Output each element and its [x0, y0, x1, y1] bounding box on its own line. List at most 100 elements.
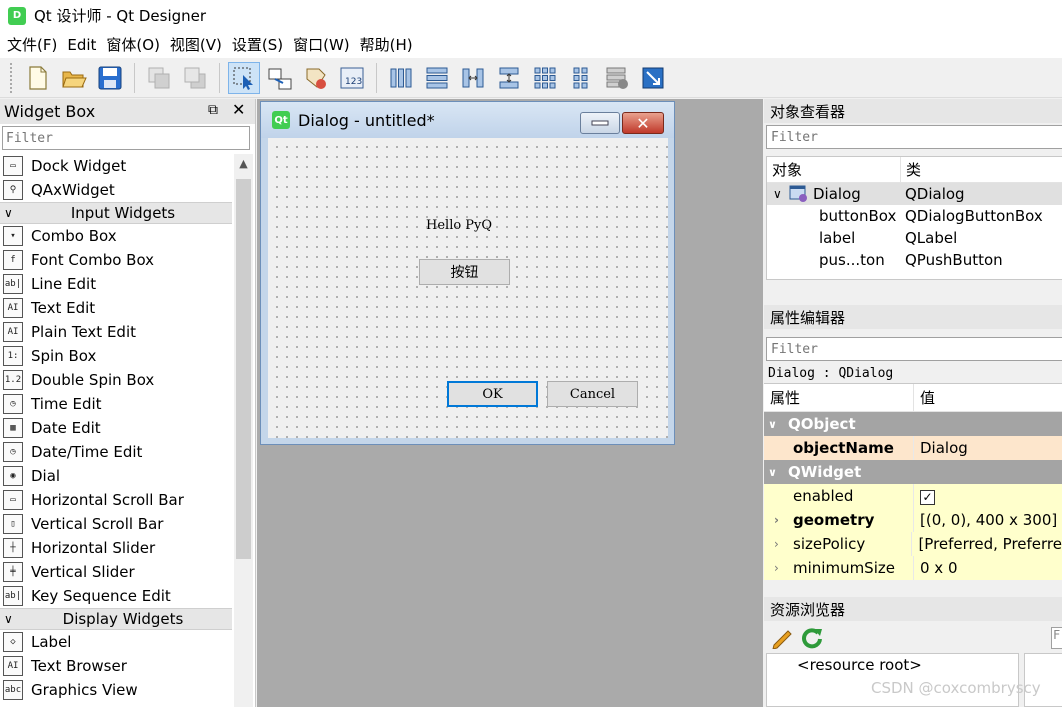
menu-edit[interactable]: Edit [62, 36, 101, 54]
break-layout-icon[interactable] [601, 62, 633, 94]
column-property[interactable]: 属性 [764, 384, 914, 411]
edit-resources-icon[interactable] [770, 625, 794, 649]
widget-list-item[interactable]: ◇ Label [0, 630, 232, 654]
widget-list-item[interactable]: ▭ Dock Widget [0, 154, 232, 178]
property-value[interactable]: [Preferred, Preferre [912, 535, 1062, 553]
column-class[interactable]: 类 [901, 159, 921, 180]
collapse-arrow-icon[interactable]: ∨ [767, 187, 789, 201]
lay-out-vertically-icon[interactable] [421, 62, 453, 94]
lay-out-in-form-icon[interactable] [565, 62, 597, 94]
menu-help[interactable]: 帮助(H) [355, 34, 418, 55]
minimize-button[interactable] [580, 112, 620, 134]
property-row-sizepolicy[interactable]: › sizePolicy [Preferred, Preferre [764, 532, 1062, 556]
property-value[interactable]: 0 x 0 [914, 559, 958, 577]
edit-tab-order-icon[interactable]: 123 [336, 62, 368, 94]
collapse-arrow-icon[interactable]: ∨ [4, 206, 13, 220]
property-row-objectname[interactable]: objectName Dialog [764, 436, 1062, 460]
horizontal-splitter-icon[interactable] [457, 62, 489, 94]
tree-class-name: QLabel [905, 229, 958, 247]
widget-list-item[interactable]: ╪ Vertical Slider [0, 560, 232, 584]
menu-file[interactable]: 文件(F) [2, 34, 62, 55]
send-to-back-icon[interactable] [179, 62, 211, 94]
resource-filter-input[interactable]: F [1051, 627, 1062, 649]
widget-list-item[interactable]: f Font Combo Box [0, 248, 232, 272]
widget-list-item[interactable]: ▾ Combo Box [0, 224, 232, 248]
tree-row-dialog[interactable]: ∨ Dialog QDialog [767, 183, 1062, 205]
toolbar-grip[interactable] [10, 62, 14, 93]
menu-settings[interactable]: 设置(S) [227, 34, 288, 55]
scroll-up-icon[interactable]: ▲ [234, 154, 253, 172]
expand-arrow-icon[interactable]: › [774, 561, 779, 575]
property-value[interactable]: [(0, 0), 400 x 300] [914, 511, 1057, 529]
adjust-size-icon[interactable] [637, 62, 669, 94]
widget-list-item[interactable]: 1.2 Double Spin Box [0, 368, 232, 392]
close-dock-icon[interactable]: ✕ [232, 100, 245, 119]
open-folder-icon[interactable] [58, 62, 90, 94]
property-editor-filter-input[interactable] [766, 337, 1062, 361]
expand-arrow-icon[interactable]: › [774, 537, 779, 551]
lay-out-in-grid-icon[interactable] [529, 62, 561, 94]
dialog-canvas[interactable]: Hello PyQ 按钮 OK Cancel [268, 138, 668, 438]
menu-view[interactable]: 视图(V) [165, 34, 227, 55]
reload-icon[interactable] [800, 625, 824, 649]
scrollbar-thumb[interactable] [236, 179, 251, 559]
dialog-title-bar[interactable]: Qt Dialog - untitled* ✕ [261, 102, 674, 138]
close-button[interactable]: ✕ [622, 112, 664, 134]
menu-bar: 文件(F) Edit 窗体(O) 视图(V) 设置(S) 窗口(W) 帮助(H) [0, 31, 1062, 58]
widget-list-item[interactable]: ◷ Time Edit [0, 392, 232, 416]
expand-arrow-icon[interactable]: › [774, 513, 779, 527]
tree-row-buttonbox[interactable]: buttonBox QDialogButtonBox [767, 205, 1062, 227]
save-icon[interactable] [94, 62, 126, 94]
property-value[interactable]: Dialog [914, 439, 968, 457]
tree-row-pushbutton[interactable]: pus...ton QPushButton [767, 249, 1062, 271]
lay-out-horizontally-icon[interactable] [385, 62, 417, 94]
widget-item-label: Key Sequence Edit [31, 587, 171, 605]
widget-list-item[interactable]: ▯ Vertical Scroll Bar [0, 512, 232, 536]
widget-box-scrollbar[interactable]: ▲ [234, 154, 253, 707]
widget-list-item[interactable]: ▦ Date Edit [0, 416, 232, 440]
ok-button[interactable]: OK [447, 381, 538, 407]
cancel-button[interactable]: Cancel [547, 381, 638, 407]
widget-list-item[interactable]: ▭ Horizontal Scroll Bar [0, 488, 232, 512]
widget-list-item[interactable]: ┼ Horizontal Slider [0, 536, 232, 560]
dialog-form-window[interactable]: Qt Dialog - untitled* ✕ Hello PyQ 按钮 OK … [260, 101, 675, 445]
edit-buddies-icon[interactable] [300, 62, 332, 94]
widget-list-item[interactable]: ⚲ QAxWidget [0, 178, 232, 202]
property-row-minimumsize[interactable]: › minimumSize 0 x 0 [764, 556, 1062, 580]
collapse-arrow-icon[interactable]: ∨ [768, 466, 788, 479]
tree-row-label[interactable]: label QLabel [767, 227, 1062, 249]
collapse-arrow-icon[interactable]: ∨ [768, 418, 788, 431]
widget-list-item[interactable]: 1: Spin Box [0, 344, 232, 368]
widget-list-item[interactable]: ab| Line Edit [0, 272, 232, 296]
float-dock-icon[interactable]: ⧉ [208, 102, 218, 118]
menu-form[interactable]: 窗体(O) [101, 34, 165, 55]
widget-list-item[interactable]: AI Plain Text Edit [0, 320, 232, 344]
widget-list-item[interactable]: AI Text Browser [0, 654, 232, 678]
new-file-icon[interactable] [22, 62, 54, 94]
property-group-qobject[interactable]: ∨ QObject [764, 412, 1062, 436]
column-value[interactable]: 值 [914, 387, 935, 408]
widget-list-item[interactable]: abc Graphics View [0, 678, 232, 702]
hello-label[interactable]: Hello PyQ [426, 218, 492, 233]
widget-list-item[interactable]: ab| Key Sequence Edit [0, 584, 232, 608]
vertical-splitter-icon[interactable] [493, 62, 525, 94]
property-row-geometry[interactable]: › geometry [(0, 0), 400 x 300] [764, 508, 1062, 532]
widget-category[interactable]: ∨ Input Widgets [0, 202, 232, 224]
property-row-enabled[interactable]: enabled ✓ [764, 484, 1062, 508]
widget-list-item[interactable]: ◉ Dial [0, 464, 232, 488]
menu-window[interactable]: 窗口(W) [288, 34, 355, 55]
column-object[interactable]: 对象 [767, 157, 901, 182]
edit-signals-slots-icon[interactable] [264, 62, 296, 94]
resource-root-item[interactable]: <resource root> [797, 656, 922, 674]
widget-list-item[interactable]: ◷ Date/Time Edit [0, 440, 232, 464]
edit-widgets-icon[interactable] [228, 61, 260, 94]
collapse-arrow-icon[interactable]: ∨ [4, 612, 13, 626]
object-inspector-filter-input[interactable] [766, 125, 1062, 149]
push-button[interactable]: 按钮 [419, 259, 510, 285]
widget-category[interactable]: ∨ Display Widgets [0, 608, 232, 630]
bring-to-front-icon[interactable] [143, 62, 175, 94]
widget-list-item[interactable]: AI Text Edit [0, 296, 232, 320]
widget-box-filter-input[interactable] [2, 126, 250, 150]
property-group-qwidget[interactable]: ∨ QWidget [764, 460, 1062, 484]
enabled-checkbox[interactable]: ✓ [920, 489, 935, 505]
